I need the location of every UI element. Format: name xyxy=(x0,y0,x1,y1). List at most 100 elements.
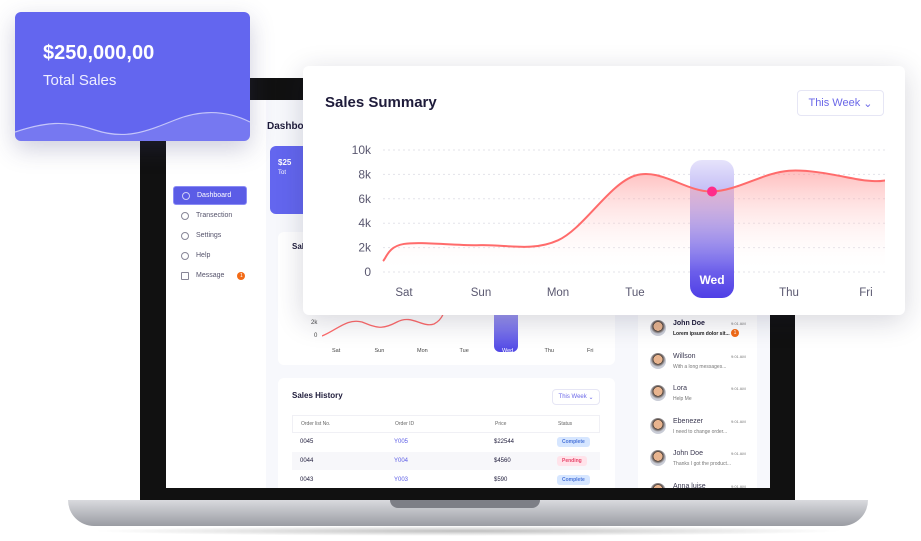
cube-icon xyxy=(182,191,190,200)
total-sales-card: $250,000,00 Total Sales xyxy=(15,12,250,141)
price: $22544 xyxy=(494,439,515,445)
message-item[interactable]: Anna luise 9:01 AM xyxy=(638,482,757,489)
sidebar: Dashboard Transection Settings Help Mess… xyxy=(166,100,266,488)
sales-summary-card: Sales Summary This Week ⌄ 10k 8k 6k 4k 2k 0 Sa… xyxy=(303,66,905,315)
x-tick: Sun xyxy=(471,287,491,299)
message-item[interactable]: Lora Help Me 9:01 AM xyxy=(638,385,757,415)
order-no: 0043 xyxy=(300,477,314,483)
mini-label: Tot xyxy=(278,170,287,176)
y-tick: 4k xyxy=(358,216,372,230)
table-row[interactable]: 0044 Y004 $4560 Pending xyxy=(292,452,600,470)
sidebar-label: Dashboard xyxy=(197,192,232,199)
x-tick: Thu xyxy=(544,348,554,354)
message-sender: John Doe xyxy=(673,450,703,457)
message-preview: Lorem ipsum dolor sit... xyxy=(673,331,730,337)
message-preview: Help Me xyxy=(673,396,692,402)
price: $590 xyxy=(494,477,508,483)
avatar xyxy=(650,450,666,466)
x-tick: Sat xyxy=(332,348,341,354)
x-tick: Fri xyxy=(587,348,594,354)
message-preview: With a long messages... xyxy=(673,363,727,370)
status-badge: Pending xyxy=(557,456,587,466)
mail-icon xyxy=(181,271,189,280)
message-item[interactable]: Willson With a long messages... 9:01 AM xyxy=(638,352,757,383)
message-time: 9:01 AM xyxy=(731,483,746,489)
message-sender: Willson xyxy=(673,352,696,360)
message-badge: 1 xyxy=(237,271,246,280)
x-tick: Fri xyxy=(859,287,872,299)
price: $4560 xyxy=(494,458,511,464)
order-id-link[interactable]: Y005 xyxy=(394,439,408,445)
table-header: Order list No. Order ID Price Status xyxy=(292,415,600,433)
message-time: 9:01 AM xyxy=(731,418,746,424)
unread-badge: 1 xyxy=(731,329,739,337)
sidebar-item-transection[interactable]: Transection xyxy=(173,206,247,225)
y-tick: 0 xyxy=(314,333,318,339)
avatar xyxy=(650,385,666,401)
mini-amount: $25 xyxy=(278,158,292,167)
x-tick: Thu xyxy=(779,287,799,299)
x-tick: Mon xyxy=(417,348,428,354)
x-tick: Tue xyxy=(625,287,644,299)
y-tick: 2k xyxy=(358,241,372,255)
message-item[interactable]: Ebenezer I need to change order... 9:01 … xyxy=(638,417,757,448)
sidebar-label: Transection xyxy=(196,212,233,219)
y-tick: 0 xyxy=(364,265,371,279)
sidebar-item-settings[interactable]: Settings xyxy=(173,226,247,245)
sidebar-label: Message xyxy=(196,272,225,279)
total-sales-label: Total Sales xyxy=(43,72,117,89)
message-sender: Lora xyxy=(673,385,688,392)
y-tick: 6k xyxy=(358,192,372,206)
avatar xyxy=(650,352,666,369)
x-tick: Wed xyxy=(502,348,514,354)
order-no: 0044 xyxy=(300,458,314,464)
message-preview: I need to change order... xyxy=(673,428,728,435)
laptop-shadow xyxy=(90,526,846,536)
x-tick: Tue xyxy=(459,348,469,354)
total-sales-amount: $250,000,00 xyxy=(43,42,155,64)
status-badge: Complete xyxy=(557,475,590,485)
message-time: 9:01 AM xyxy=(731,321,746,326)
x-tick: Sat xyxy=(395,287,413,299)
avatar xyxy=(650,482,666,488)
total-sales-wave xyxy=(15,112,250,141)
status-badge: Complete xyxy=(557,437,590,447)
message-time: 9:01 AM xyxy=(731,353,746,359)
message-sender: Anna luise xyxy=(673,482,706,489)
table-row[interactable]: 0043 Y003 $590 Complete xyxy=(292,471,600,488)
x-tick: Mon xyxy=(547,287,569,299)
chevron-down-icon: ⌄ xyxy=(588,394,594,401)
globe-icon xyxy=(181,211,189,220)
y-tick: 8k xyxy=(358,167,372,181)
sidebar-item-dashboard[interactable]: Dashboard xyxy=(173,186,247,205)
column-header: Price xyxy=(495,421,507,427)
order-id-link[interactable]: Y004 xyxy=(394,458,408,464)
message-sender: John Doe xyxy=(673,320,705,327)
laptop-notch xyxy=(390,500,540,508)
column-header: Order ID xyxy=(395,421,415,427)
filter-label: This Week xyxy=(558,394,587,400)
message-item[interactable]: John Doe Thanks I got the product... 9:0… xyxy=(638,450,757,480)
avatar xyxy=(650,320,666,336)
column-header: Status xyxy=(558,421,573,427)
message-preview: Thanks I got the product... xyxy=(673,461,732,467)
order-id-link[interactable]: Y003 xyxy=(394,477,408,483)
y-tick: 10k xyxy=(352,143,372,157)
order-no: 0045 xyxy=(300,439,314,445)
message-time: 9:01 AM xyxy=(731,451,746,456)
history-filter-dropdown[interactable]: This Week ⌄ xyxy=(552,389,600,405)
avatar xyxy=(650,417,666,434)
sales-history-title: Sales History xyxy=(292,391,343,400)
message-time: 9:01 AM xyxy=(731,386,746,391)
table-row[interactable]: 0045 Y005 $22544 Complete xyxy=(292,433,600,451)
help-icon xyxy=(181,251,189,260)
column-header: Order list No. xyxy=(301,421,331,427)
message-item[interactable]: John Doe Lorem ipsum dolor sit... 9:01 A… xyxy=(638,320,757,350)
sidebar-item-help[interactable]: Help xyxy=(173,246,247,265)
y-tick: 2k xyxy=(311,320,318,326)
sidebar-item-message[interactable]: Message 1 xyxy=(173,266,247,285)
sidebar-label: Help xyxy=(196,252,211,259)
sales-history-card: Sales History This Week ⌄ Order list No.… xyxy=(278,378,615,488)
sales-chart: 10k 8k 6k 4k 2k 0 Sat Sun Mon Tue Wed Thu Fri xyxy=(352,143,886,299)
highlight-point[interactable] xyxy=(707,186,717,197)
